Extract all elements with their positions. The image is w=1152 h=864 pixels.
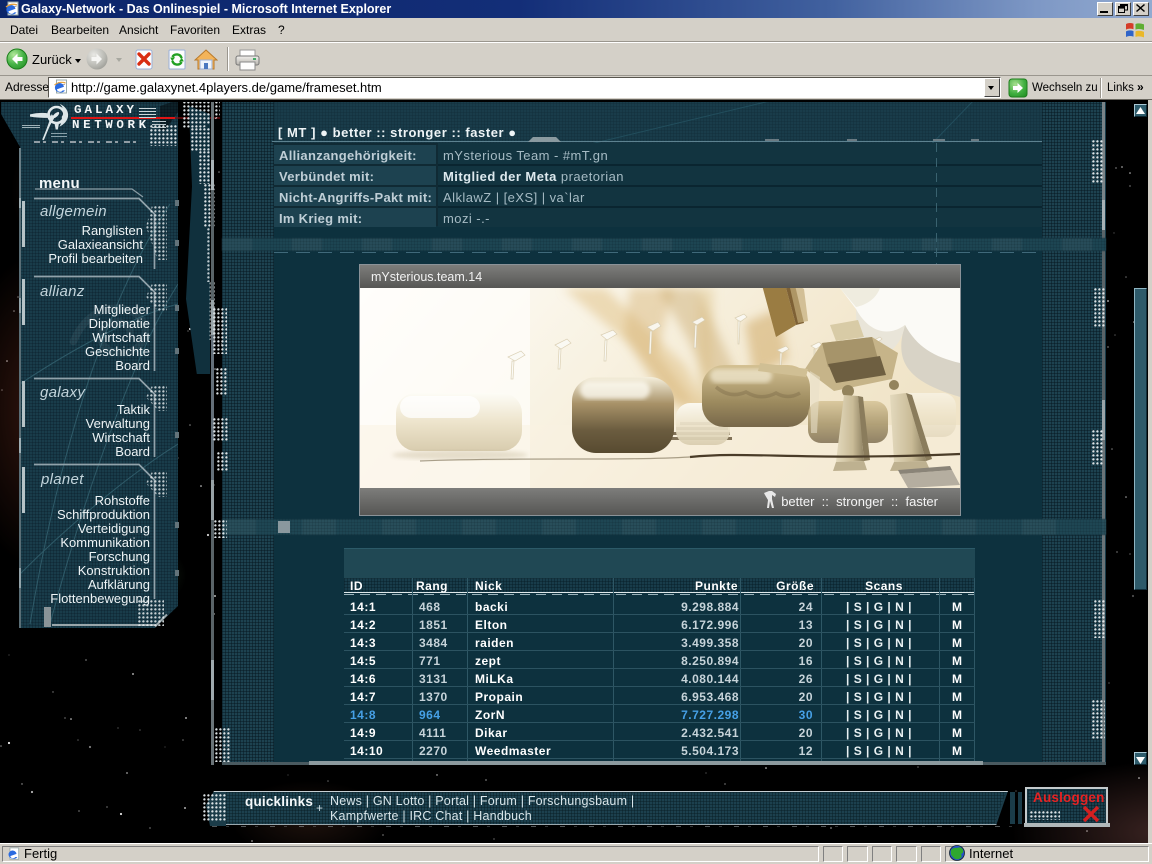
svg-text:better :: stronger :: fast: better :: stronger :: faster: [781, 494, 938, 509]
svg-text:mYsterious.team.14: mYsterious.team.14: [371, 270, 482, 284]
